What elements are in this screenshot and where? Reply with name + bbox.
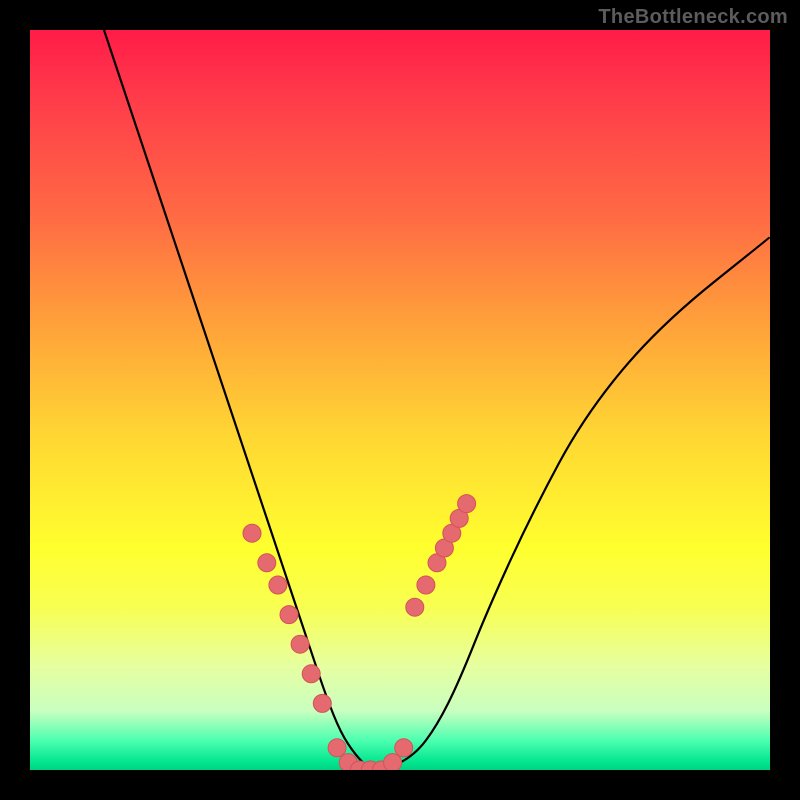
data-marker [291,635,309,653]
data-marker [313,694,331,712]
data-marker [243,524,261,542]
data-marker [328,739,346,757]
curve-svg [30,30,770,770]
watermark-text: TheBottleneck.com [598,6,788,29]
plot-area [30,30,770,770]
data-markers [243,495,476,770]
data-marker [395,739,413,757]
data-marker [269,576,287,594]
bottleneck-curve-path [104,30,770,770]
data-marker [417,576,435,594]
data-marker [258,554,276,572]
data-marker [280,606,298,624]
data-marker [302,665,320,683]
data-marker [406,598,424,616]
chart-frame: TheBottleneck.com [0,0,800,800]
data-marker [384,754,402,770]
data-marker [458,495,476,513]
